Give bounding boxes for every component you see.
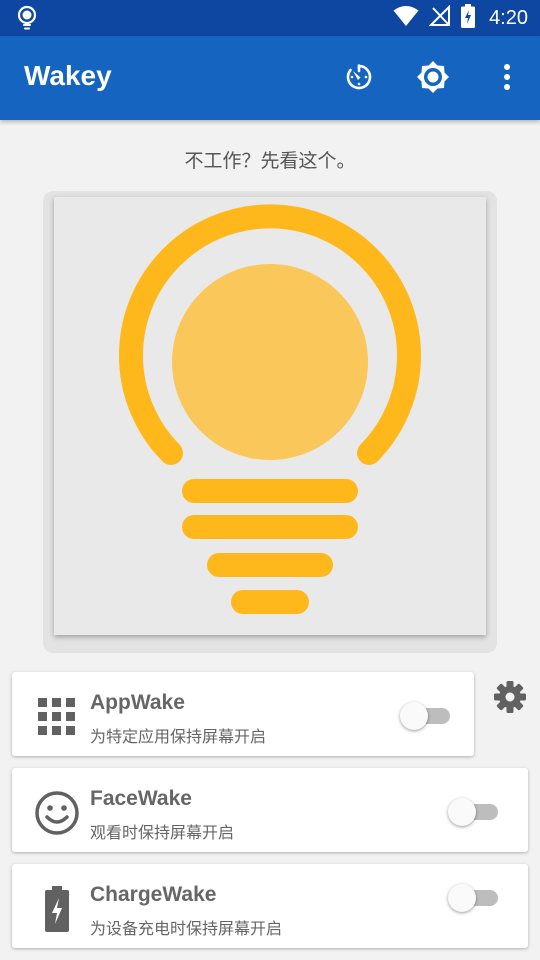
battery-charging-icon: [30, 882, 84, 936]
facewake-title: FaceWake: [90, 787, 192, 810]
battery-charging-icon: [461, 4, 476, 32]
bulb-icon: [16, 5, 38, 35]
app-bar: Wakey: [0, 36, 540, 120]
help-hint-link[interactable]: 不工作？先看这个。: [0, 146, 540, 173]
appwake-card[interactable]: AppWake 为特定应用保持屏幕开启: [12, 672, 474, 756]
chargewake-title: ChargeWake: [90, 883, 217, 906]
signal-off-icon: [428, 4, 451, 31]
timer-icon[interactable]: [340, 58, 378, 96]
appwake-toggle[interactable]: [400, 700, 450, 730]
face-icon: [30, 786, 84, 840]
app-title: Wakey: [24, 60, 112, 91]
facewake-card[interactable]: FaceWake 观看时保持屏幕开启: [12, 768, 528, 852]
chargewake-toggle[interactable]: [448, 882, 498, 912]
status-bar: 4:20: [0, 0, 540, 36]
apps-grid-icon: [30, 690, 84, 744]
wake-preview-button[interactable]: [54, 197, 486, 635]
wifi-icon: [393, 5, 419, 31]
chargewake-subtitle: 为设备充电时保持屏幕开启: [90, 919, 283, 938]
chargewake-card[interactable]: ChargeWake 为设备充电时保持屏幕开启: [12, 864, 528, 948]
brightness-settings-icon[interactable]: [414, 58, 452, 96]
status-time: 4:20: [489, 6, 528, 29]
facewake-subtitle: 观看时保持屏幕开启: [90, 823, 235, 842]
appwake-subtitle: 为特定应用保持屏幕开启: [90, 727, 267, 746]
appwake-title: AppWake: [90, 691, 185, 714]
facewake-toggle[interactable]: [448, 796, 498, 826]
more-vert-icon[interactable]: [488, 58, 526, 96]
lightbulb-icon: [119, 204, 421, 614]
appwake-settings-icon[interactable]: [493, 680, 527, 714]
